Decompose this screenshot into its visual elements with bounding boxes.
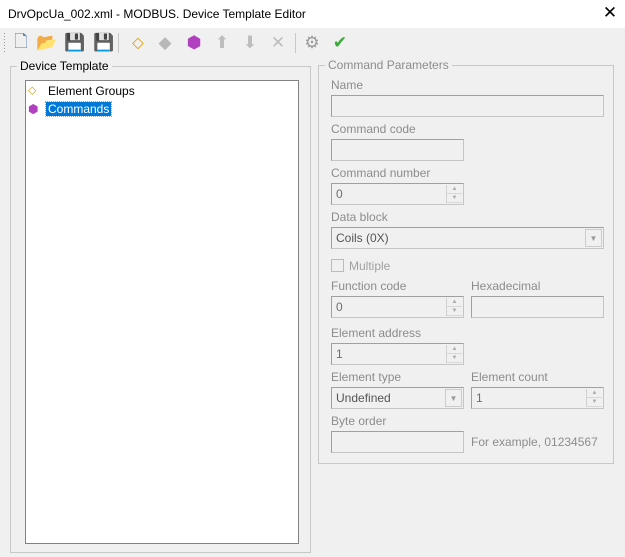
- multiple-label: Multiple: [349, 259, 391, 273]
- element-address-label: Element address: [331, 326, 422, 340]
- spinner-arrows-icon[interactable]: ▲ ▼: [446, 185, 462, 203]
- validate-button[interactable]: ✔: [329, 32, 351, 54]
- command-number-value: 0: [336, 187, 343, 201]
- settings-button[interactable]: ⚙: [301, 32, 323, 54]
- byte-order-label: Byte order: [331, 414, 387, 428]
- data-block-select[interactable]: Coils (0X) ▼: [331, 227, 604, 249]
- toolbar-separator: [118, 33, 119, 53]
- data-block-label: Data block: [331, 210, 388, 224]
- function-code-value: 0: [336, 300, 343, 314]
- device-template-tree[interactable]: ⬦ Element Groups ⬢ Commands: [25, 80, 299, 544]
- function-code-label: Function code: [331, 279, 407, 293]
- byte-order-input[interactable]: [331, 431, 464, 453]
- open-folder-button[interactable]: 📂: [36, 32, 58, 54]
- element-type-value: Undefined: [336, 391, 391, 405]
- add-command-button[interactable]: ⬢: [183, 32, 205, 54]
- name-label: Name: [331, 78, 364, 92]
- element-count-label: Element count: [471, 370, 548, 384]
- data-block-value: Coils (0X): [336, 231, 389, 245]
- hexadecimal-label: Hexadecimal: [471, 279, 541, 293]
- spinner-arrows-icon[interactable]: ▲ ▼: [446, 298, 462, 316]
- tree-node-commands[interactable]: ⬢ Commands: [28, 100, 113, 117]
- new-file-button[interactable]: 🗋: [10, 32, 32, 54]
- chevron-down-icon[interactable]: ▼: [585, 229, 602, 247]
- title-bar: DrvOpcUa_002.xml - MODBUS. Device Templa…: [0, 0, 625, 28]
- save-button[interactable]: 💾: [64, 32, 86, 54]
- save-as-button[interactable]: 💾: [93, 32, 115, 54]
- element-address-spinner[interactable]: 1 ▲ ▼: [331, 343, 464, 365]
- element-count-value: 1: [476, 391, 483, 405]
- command-number-label: Command number: [331, 166, 431, 180]
- command-code-label: Command code: [331, 122, 416, 136]
- commands-icon: ⬢: [28, 101, 39, 116]
- move-down-button[interactable]: ⬇: [239, 32, 261, 54]
- delete-button[interactable]: ✕: [267, 32, 289, 54]
- function-code-spinner[interactable]: 0 ▲ ▼: [331, 296, 464, 318]
- spinner-arrows-icon[interactable]: ▲ ▼: [446, 345, 462, 363]
- multiple-checkbox[interactable]: [331, 259, 344, 272]
- chevron-down-icon[interactable]: ▼: [445, 389, 462, 407]
- command-number-spinner[interactable]: 0 ▲ ▼: [331, 183, 464, 205]
- command-parameters-title: Command Parameters: [325, 58, 452, 72]
- name-input[interactable]: [331, 95, 604, 117]
- move-up-button[interactable]: ⬆: [211, 32, 233, 54]
- tree-node-label: Commands: [44, 100, 113, 117]
- add-element-group-button[interactable]: ⬦: [127, 32, 149, 54]
- close-button[interactable]: ✕: [600, 3, 620, 23]
- byte-order-hint: For example, 01234567: [471, 435, 598, 449]
- element-type-select[interactable]: Undefined ▼: [331, 387, 464, 409]
- element-count-spinner[interactable]: 1 ▲ ▼: [471, 387, 604, 409]
- element-type-label: Element type: [331, 370, 402, 384]
- toolbar-separator: [295, 33, 296, 53]
- command-code-input[interactable]: [331, 139, 464, 161]
- add-element-button[interactable]: ◆: [154, 32, 176, 54]
- hexadecimal-input[interactable]: [471, 296, 604, 318]
- toolbar-grip[interactable]: [4, 33, 5, 53]
- element-address-value: 1: [336, 347, 343, 361]
- device-template-title: Device Template: [17, 59, 112, 73]
- tree-node-element-groups[interactable]: ⬦ Element Groups: [28, 82, 137, 99]
- window-title: DrvOpcUa_002.xml - MODBUS. Device Templa…: [8, 7, 306, 21]
- tree-node-label: Element Groups: [48, 83, 135, 98]
- spinner-arrows-icon[interactable]: ▲ ▼: [586, 389, 602, 407]
- element-groups-icon: ⬦: [28, 83, 37, 97]
